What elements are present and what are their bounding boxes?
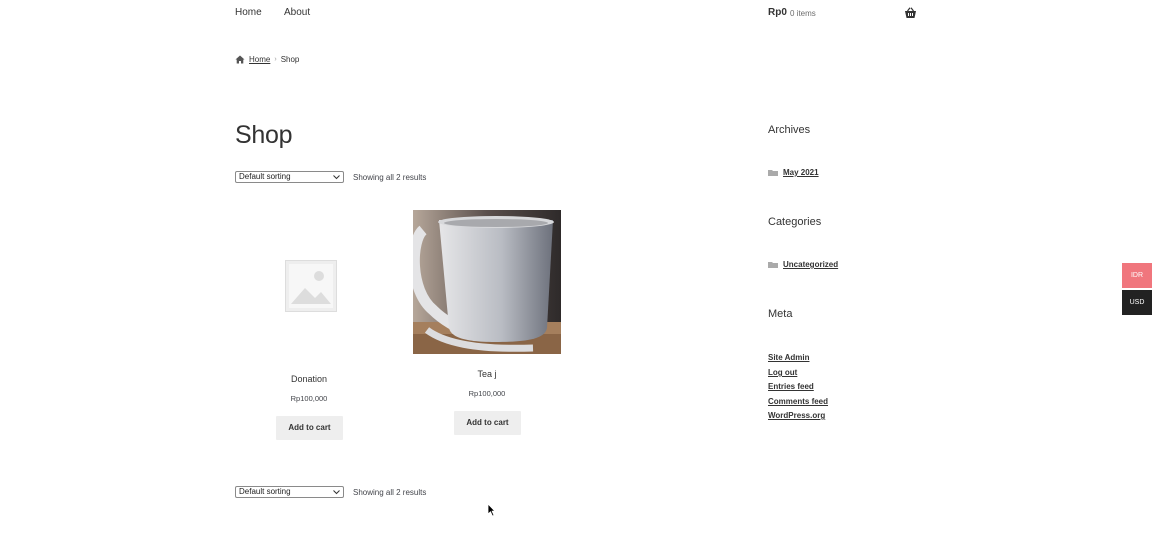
breadcrumb-home-link[interactable]: Home [249,55,270,64]
sorting-selected-value: Default sorting [239,487,291,496]
folder-icon [768,170,778,176]
currency-idr-button[interactable]: IDR [1122,263,1152,288]
sorting-selected-value: Default sorting [239,172,291,181]
meta-link-wordpress-org[interactable]: WordPress.org [768,411,825,420]
widget-title-archives: Archives [768,124,811,136]
sorting-select-bottom[interactable]: Default sorting [235,486,344,498]
product-card-donation: Donation Rp100,000 Add to cart [235,210,383,445]
nav-about-link[interactable]: About [284,7,310,18]
cart-total[interactable]: Rp0 [768,7,787,18]
product-card-tea-j: Tea j Rp100,000 Add to cart [413,210,561,440]
result-count-bottom: Showing all 2 results [353,488,427,497]
nav-home-link[interactable]: Home [235,7,262,18]
mouse-cursor-icon [487,503,496,517]
meta-link-comments-feed[interactable]: Comments feed [768,397,828,406]
product-title[interactable]: Donation [235,374,383,384]
add-to-cart-button[interactable]: Add to cart [454,411,521,435]
result-count-top: Showing all 2 results [353,173,427,182]
mug-photo[interactable] [413,210,561,354]
placeholder-image-icon [285,260,337,312]
chevron-down-icon [333,490,340,495]
widget-title-meta: Meta [768,308,793,320]
basket-icon[interactable] [904,7,917,19]
archive-link-may-2021[interactable]: May 2021 [783,168,819,177]
breadcrumb: Home › Shop [235,55,299,64]
home-icon [235,55,245,64]
product-title[interactable]: Tea j [413,369,561,379]
chevron-down-icon [333,175,340,180]
product-price: Rp100,000 [290,394,328,403]
widget-title-categories: Categories [768,216,822,228]
sorting-select-top[interactable]: Default sorting [235,171,344,183]
category-link-uncategorized[interactable]: Uncategorized [783,260,838,269]
page-title: Shop [235,121,293,149]
breadcrumb-separator: › [274,56,277,63]
meta-link-site-admin[interactable]: Site Admin [768,353,809,362]
meta-link-entries-feed[interactable]: Entries feed [768,382,814,391]
folder-icon [768,262,778,268]
meta-link-log-out[interactable]: Log out [768,368,797,377]
currency-usd-button[interactable]: USD [1122,290,1152,315]
product-price: Rp100,000 [468,389,506,398]
cart-item-count[interactable]: 0 items [790,9,816,18]
breadcrumb-current: Shop [280,55,300,64]
add-to-cart-button[interactable]: Add to cart [276,416,343,440]
